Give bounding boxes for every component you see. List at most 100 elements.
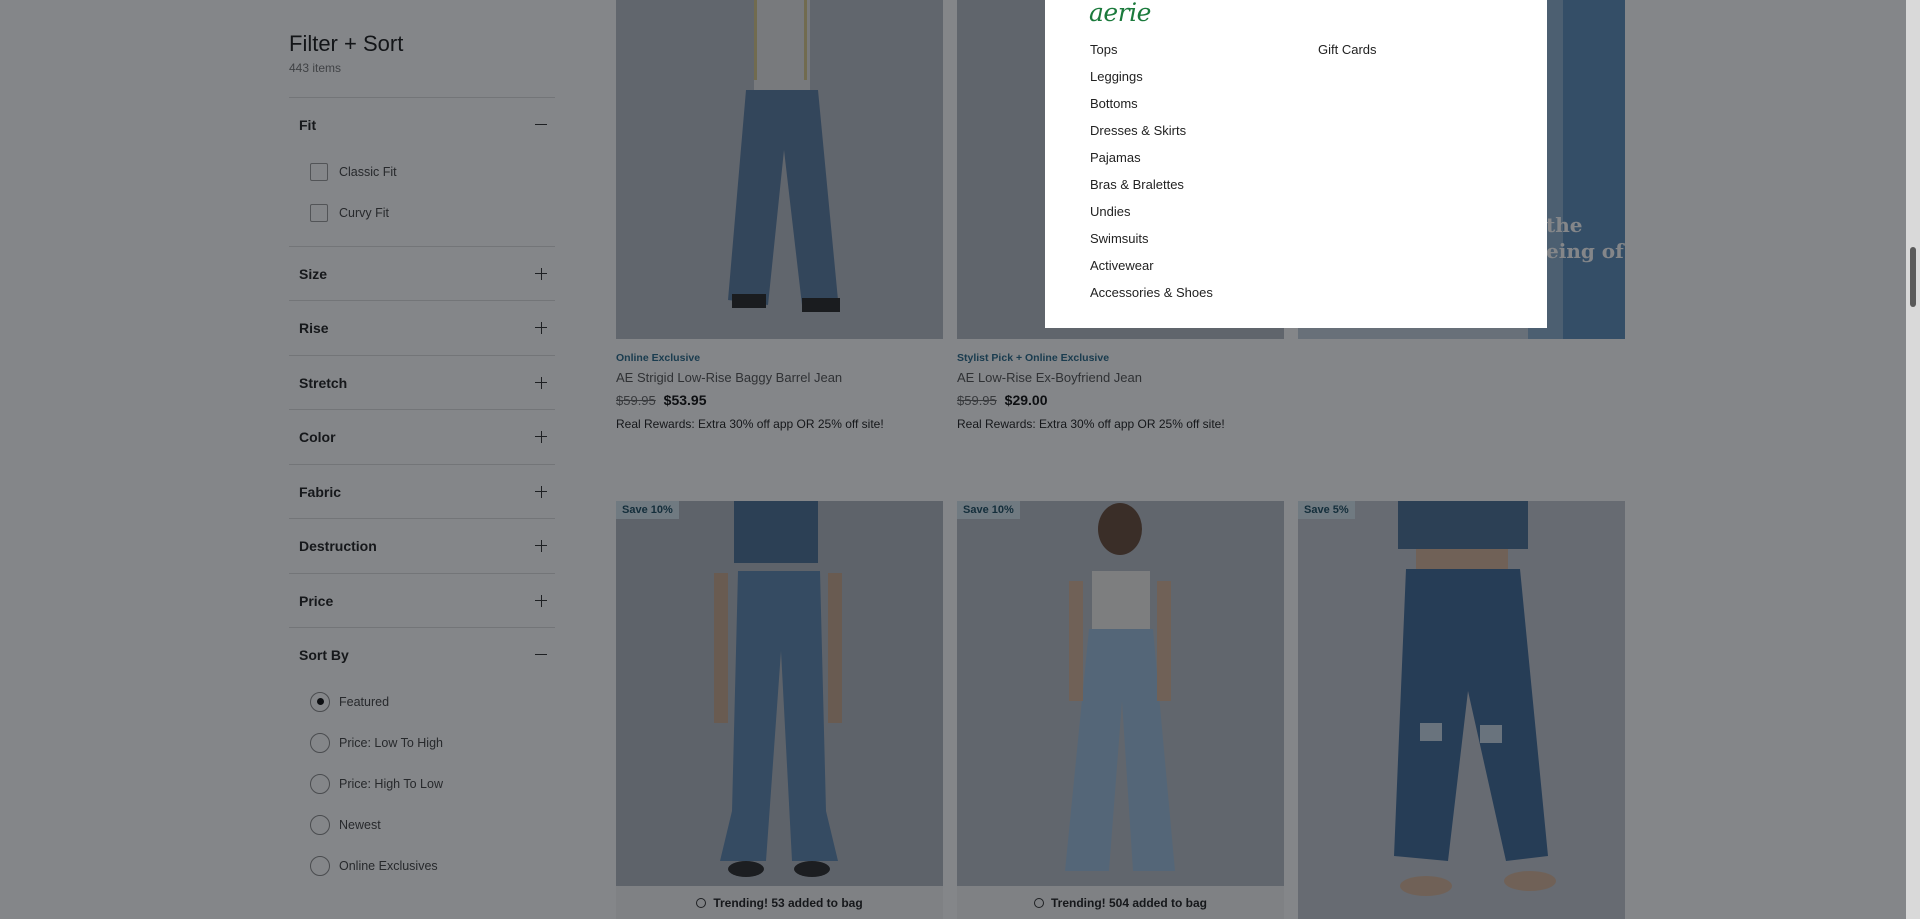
section-label: Stretch (299, 374, 348, 391)
sale-price: $29.00 (1004, 392, 1048, 408)
product-eyebrow: Stylist Pick + Online Exclusive (957, 352, 1110, 364)
price-section-toggle[interactable]: Price (289, 574, 555, 627)
fit-option-classic[interactable]: Classic Fit (289, 151, 555, 192)
section-label: Size (299, 265, 328, 282)
sort-option-online-exclusives[interactable]: Online Exclusives (289, 845, 555, 886)
promo-banner-text-line-2: eing of (1546, 239, 1624, 263)
discount-badge: Save 5% (1298, 501, 1355, 519)
menu-item-accessories-shoes[interactable]: Accessories & Shoes (1090, 283, 1213, 310)
fit-section-toggle[interactable]: Fit (289, 98, 555, 151)
checkbox[interactable] (310, 162, 328, 181)
filter-section-stretch[interactable]: Stretch (289, 355, 555, 409)
menu-item-gift-cards[interactable]: Gift Cards (1318, 40, 1377, 60)
menu-item-dresses-skirts[interactable]: Dresses & Skirts (1090, 121, 1213, 148)
menu-item-tops[interactable]: Tops (1090, 40, 1213, 67)
stretch-section-toggle[interactable]: Stretch (289, 356, 555, 409)
plus-icon (535, 321, 547, 334)
aerie-flyout-menu: aerie Tops Leggings Bottoms Dresses & Sk… (1045, 0, 1547, 328)
trending-text: Trending! 53 added to bag (713, 895, 863, 910)
option-label: Newest (339, 817, 381, 832)
plus-icon (535, 594, 547, 607)
rise-section-toggle[interactable]: Rise (289, 301, 555, 354)
product-image-row2-2[interactable]: Save 10% (957, 501, 1284, 886)
radio[interactable] (310, 732, 330, 753)
product-image-row2-1[interactable]: Save 10% (616, 501, 943, 886)
plus-icon (535, 539, 547, 552)
menu-item-activewear[interactable]: Activewear (1090, 256, 1213, 283)
product-price: $59.95 $29.00 (957, 392, 1287, 408)
product-image-baggy-barrel[interactable] (616, 0, 943, 339)
plus-icon (535, 485, 547, 498)
trending-strip-1: Trending! 53 added to bag (616, 886, 943, 919)
rewards-promo: Real Rewards: Extra 30% off app OR 25% o… (616, 417, 884, 431)
sort-option-price-high-low[interactable]: Price: High To Low (289, 763, 555, 804)
sort-option-featured[interactable]: Featured (289, 681, 555, 722)
model-photo (616, 0, 943, 339)
fit-option-curvy[interactable]: Curvy Fit (289, 192, 555, 233)
plus-icon (535, 430, 547, 443)
size-section-toggle[interactable]: Size (289, 247, 555, 300)
filter-section-size[interactable]: Size (289, 246, 555, 300)
option-label: Online Exclusives (339, 858, 438, 873)
menu-item-bottoms[interactable]: Bottoms (1090, 94, 1213, 121)
fit-section-label: Fit (299, 116, 317, 133)
plus-icon (535, 267, 547, 280)
trending-strip-2: Trending! 504 added to bag (957, 886, 1284, 919)
rewards-promo: Real Rewards: Extra 30% off app OR 25% o… (957, 417, 1225, 431)
aerie-secondary-list: Gift Cards (1318, 40, 1377, 60)
discount-badge: Save 10% (616, 501, 679, 519)
menu-item-leggings[interactable]: Leggings (1090, 67, 1213, 94)
radio[interactable] (310, 855, 330, 876)
radio[interactable] (310, 814, 330, 835)
model-photo (957, 501, 1284, 886)
color-section-toggle[interactable]: Color (289, 410, 555, 463)
sale-price: $53.95 (663, 392, 707, 408)
aerie-logo[interactable]: aerie (1089, 0, 1151, 27)
filter-section-color[interactable]: Color (289, 409, 555, 463)
filter-section-rise[interactable]: Rise (289, 300, 555, 354)
option-label: Classic Fit (339, 164, 397, 179)
trending-icon (696, 897, 707, 908)
minus-icon (535, 119, 547, 131)
radio[interactable] (310, 773, 330, 794)
section-label: Fabric (299, 483, 342, 500)
product-image-row2-3[interactable]: Save 5% (1298, 501, 1625, 919)
menu-item-pajamas[interactable]: Pajamas (1090, 148, 1213, 175)
destruction-section-toggle[interactable]: Destruction (289, 519, 555, 572)
product-card-ex-boyfriend[interactable]: Stylist Pick + Online Exclusive AE Low-R… (957, 352, 1287, 431)
product-price: $59.95 $53.95 (616, 392, 946, 408)
option-label: Price: Low To High (339, 735, 443, 750)
product-eyebrow: Online Exclusive (616, 352, 701, 364)
filter-section-destruction[interactable]: Destruction (289, 518, 555, 572)
model-photo (616, 501, 943, 886)
option-label: Featured (339, 694, 390, 709)
fabric-section-toggle[interactable]: Fabric (289, 465, 555, 518)
item-count: 443 items (289, 61, 342, 75)
filter-section-fit: Fit Classic Fit Curvy Fit (289, 97, 555, 233)
menu-item-undies[interactable]: Undies (1090, 202, 1213, 229)
section-label: Rise (299, 319, 329, 336)
sort-option-price-low-high[interactable]: Price: Low To High (289, 722, 555, 763)
sort-section-toggle[interactable]: Sort By (289, 628, 555, 681)
option-label: Curvy Fit (339, 205, 389, 220)
trending-text: Trending! 504 added to bag (1050, 895, 1208, 910)
filter-section-fabric[interactable]: Fabric (289, 464, 555, 518)
scrollbar-thumb[interactable] (1910, 247, 1916, 307)
product-card-baggy-barrel[interactable]: Online Exclusive AE Strigid Low-Rise Bag… (616, 352, 946, 431)
section-label: Destruction (299, 537, 377, 554)
radio-selected[interactable] (310, 691, 330, 712)
sort-option-newest[interactable]: Newest (289, 804, 555, 845)
product-name[interactable]: AE Strigid Low-Rise Baggy Barrel Jean (616, 370, 946, 385)
plus-icon (535, 376, 547, 389)
checkbox[interactable] (310, 203, 328, 222)
original-price: $59.95 (616, 393, 656, 408)
aerie-category-list: Tops Leggings Bottoms Dresses & Skirts P… (1090, 40, 1213, 310)
product-name[interactable]: AE Low-Rise Ex-Boyfriend Jean (957, 370, 1287, 385)
section-label: Color (299, 428, 336, 445)
menu-item-swimsuits[interactable]: Swimsuits (1090, 229, 1213, 256)
minus-icon (535, 649, 547, 661)
page-scrollbar[interactable] (1906, 0, 1920, 919)
menu-item-bras-bralettes[interactable]: Bras & Bralettes (1090, 175, 1213, 202)
filter-section-price[interactable]: Price (289, 573, 555, 627)
section-label: Price (299, 592, 334, 609)
